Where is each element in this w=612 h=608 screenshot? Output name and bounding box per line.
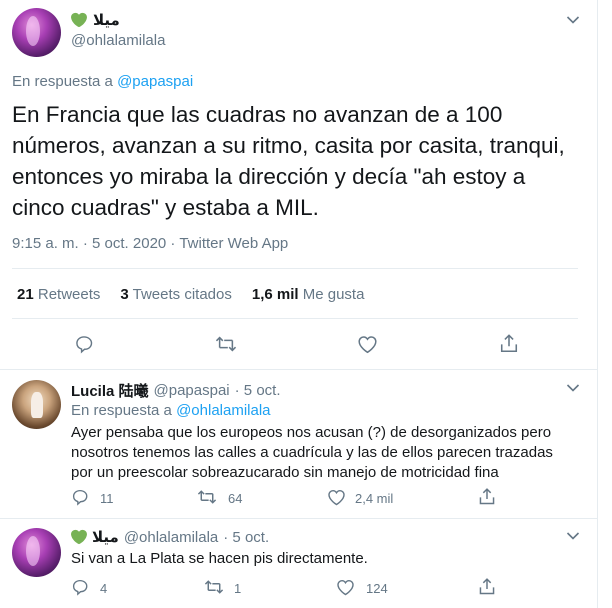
author-handle[interactable]: @papaspai xyxy=(154,382,230,399)
author-handle[interactable]: @ohlalamilala xyxy=(71,32,165,49)
author-name-row[interactable]: ميلا xyxy=(71,11,120,29)
share-icon[interactable] xyxy=(478,487,496,506)
share-icon[interactable] xyxy=(499,333,519,354)
tweet-meta[interactable]: 9:15 a. m. · 5 oct. 2020 · Twitter Web A… xyxy=(12,235,288,252)
reply-icon[interactable] xyxy=(74,334,94,354)
reply-header: ميلا @ohlalamilala · 5 oct. xyxy=(71,528,269,546)
green-heart-icon xyxy=(71,12,87,28)
reply-context: En respuesta a @ohlalamilala xyxy=(71,402,271,419)
author-name[interactable]: ميلا xyxy=(92,528,119,546)
likes-count: 1,6 mil xyxy=(251,286,299,303)
tweet-text: En Francia que las cuadras no avanzan de… xyxy=(12,102,565,220)
divider xyxy=(0,518,597,519)
author-handle[interactable]: @ohlalamilala xyxy=(124,529,218,546)
reply-context: En respuesta a @papaspai xyxy=(12,73,193,90)
quotes-stat[interactable]: 3 Tweets citados xyxy=(120,286,231,303)
chevron-down-icon[interactable] xyxy=(566,531,580,541)
tweet-date[interactable]: · 5 oct. xyxy=(235,382,281,399)
likes-stat[interactable]: 1,6 mil Me gusta xyxy=(252,286,365,303)
retweet-count: 64 xyxy=(228,491,243,506)
author-name[interactable]: Lucila 陆曦 xyxy=(71,380,149,401)
quotes-label: Tweets citados xyxy=(132,286,232,303)
reply-icon[interactable] xyxy=(71,488,89,506)
share-icon[interactable] xyxy=(478,577,496,596)
chevron-down-icon[interactable] xyxy=(566,383,580,393)
reply-header: Lucila 陆曦 @papaspai · 5 oct. xyxy=(71,380,281,401)
likes-label: Me gusta xyxy=(302,286,365,303)
retweet-icon[interactable] xyxy=(215,334,237,354)
tweet-stats: 21 Retweets 3 Tweets citados 1,6 mil Me … xyxy=(17,286,364,303)
reply-count: 4 xyxy=(100,581,108,596)
like-icon[interactable] xyxy=(357,334,378,354)
quotes-count: 3 xyxy=(120,286,129,303)
like-count: 124 xyxy=(366,581,388,596)
retweet-icon[interactable] xyxy=(197,488,217,506)
reply-icon[interactable] xyxy=(71,578,89,596)
green-heart-icon xyxy=(71,529,87,545)
like-icon[interactable] xyxy=(336,578,355,596)
retweets-stat[interactable]: 21 Retweets xyxy=(17,286,100,303)
retweets-label: Retweets xyxy=(37,286,101,303)
reply-prefix: En respuesta a xyxy=(71,402,172,419)
tweet-text: Ayer pensaba que los europeos nos acusan… xyxy=(71,424,553,481)
avatar[interactable] xyxy=(12,528,61,577)
retweet-icon[interactable] xyxy=(204,578,224,596)
author-name: ميلا xyxy=(93,12,120,29)
divider xyxy=(12,268,578,269)
divider xyxy=(0,369,597,370)
avatar[interactable] xyxy=(12,380,61,429)
reply-prefix: En respuesta a xyxy=(12,73,113,90)
tweet-date[interactable]: · 5 oct. xyxy=(223,529,269,546)
divider xyxy=(12,318,578,319)
reply-to-link[interactable]: @papaspai xyxy=(117,73,193,90)
like-count: 2,4 mil xyxy=(355,491,394,506)
chevron-down-icon[interactable] xyxy=(566,15,580,25)
timeline-border xyxy=(597,0,598,608)
tweet-text: Si van a La Plata se hacen pis directame… xyxy=(71,550,368,567)
reply-to-link[interactable]: @ohlalamilala xyxy=(176,402,270,419)
reply-count: 11 xyxy=(100,491,114,506)
retweet-count: 1 xyxy=(234,581,242,596)
avatar[interactable] xyxy=(12,8,61,57)
like-icon[interactable] xyxy=(327,488,346,506)
retweets-count: 21 xyxy=(17,286,34,303)
